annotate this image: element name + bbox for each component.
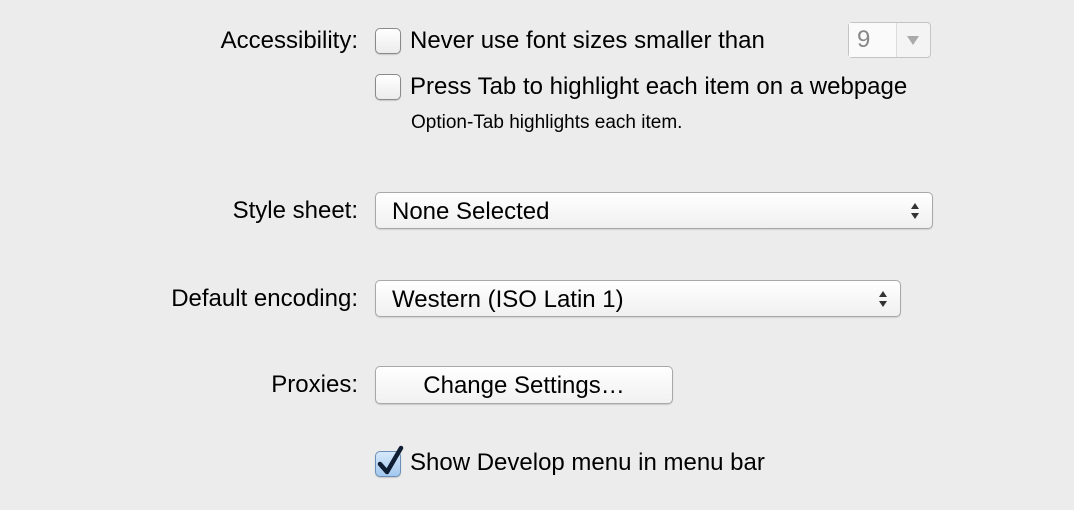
show-develop-menu-checkbox[interactable] bbox=[375, 445, 404, 477]
min-font-size-label: Never use font sizes smaller than bbox=[410, 27, 765, 54]
tab-highlight-hint: Option-Tab highlights each item. bbox=[411, 112, 683, 133]
style-sheet-popup[interactable]: None Selected bbox=[375, 192, 933, 229]
style-sheet-label: Style sheet: bbox=[232, 197, 358, 224]
proxies-label: Proxies: bbox=[271, 371, 358, 398]
min-font-size-value[interactable]: 9 bbox=[849, 23, 897, 57]
checkmark-icon bbox=[377, 445, 404, 475]
tab-highlight-label: Press Tab to highlight each item on a we… bbox=[410, 73, 908, 100]
accessibility-label: Accessibility: bbox=[220, 27, 358, 54]
default-encoding-value: Western (ISO Latin 1) bbox=[392, 286, 624, 313]
dropdown-arrow-icon[interactable] bbox=[907, 36, 919, 45]
up-down-arrows-icon bbox=[911, 203, 919, 219]
tab-highlight-checkbox[interactable] bbox=[375, 74, 401, 100]
show-develop-menu-label: Show Develop menu in menu bar bbox=[410, 449, 765, 476]
default-encoding-label: Default encoding: bbox=[171, 285, 358, 312]
change-settings-button[interactable]: Change Settings… bbox=[375, 366, 673, 404]
style-sheet-value: None Selected bbox=[392, 198, 550, 225]
up-down-arrows-icon bbox=[879, 291, 887, 307]
min-font-size-combo[interactable]: 9 bbox=[848, 22, 931, 58]
min-font-size-checkbox[interactable] bbox=[375, 28, 401, 54]
default-encoding-popup[interactable]: Western (ISO Latin 1) bbox=[375, 280, 901, 317]
